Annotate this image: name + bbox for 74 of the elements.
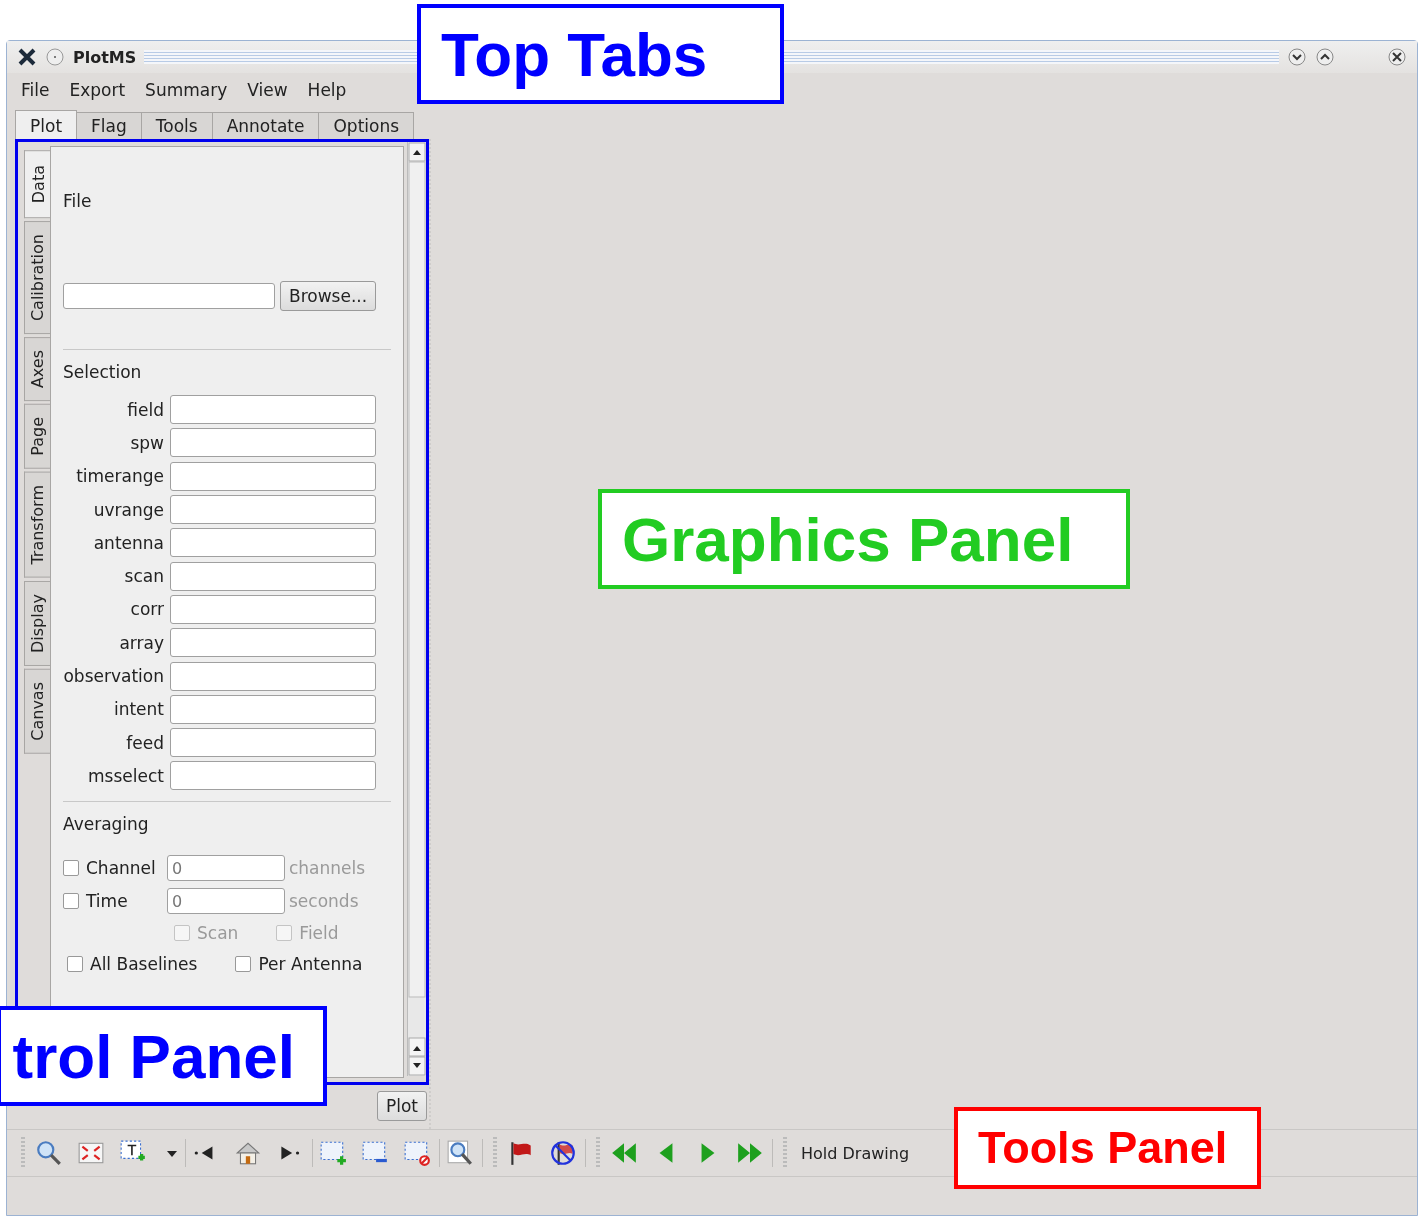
tab[interactable]: Plot xyxy=(15,110,78,139)
file-field[interactable] xyxy=(63,283,275,309)
field-label: field xyxy=(126,399,164,420)
callout-label: trol Panel xyxy=(0,1006,327,1106)
input-field[interactable] xyxy=(170,528,376,558)
menu-item[interactable]: View xyxy=(247,78,288,102)
minimize-icon[interactable] xyxy=(1287,47,1307,67)
menu-item[interactable]: File xyxy=(21,78,50,102)
input-field[interactable] xyxy=(170,761,376,791)
field-label: scan xyxy=(123,566,164,587)
input-field[interactable] xyxy=(170,661,376,691)
field-label: observation xyxy=(63,666,164,686)
field-label: antenna xyxy=(92,532,164,553)
tab[interactable]: Annotate xyxy=(211,112,320,139)
callout-label: Tools Panel xyxy=(954,1107,1261,1189)
pin-icon[interactable] xyxy=(45,47,65,67)
close-icon[interactable] xyxy=(1387,47,1407,67)
zoom-icon[interactable] xyxy=(35,1139,63,1167)
unit-label: seconds xyxy=(289,891,359,912)
side-tab[interactable]: Calibration xyxy=(24,221,50,335)
input-field[interactable] xyxy=(170,495,376,525)
window-title: PlotMS xyxy=(73,47,137,67)
checkbox-label: Time xyxy=(86,891,128,912)
maximize-icon[interactable] xyxy=(1315,47,1335,67)
callout-label: Graphics Panel xyxy=(598,489,1130,589)
side-tab[interactable]: Page xyxy=(24,404,50,470)
callout-label: Top Tabs xyxy=(417,4,784,104)
checkbox-label: Channel xyxy=(86,858,156,879)
input-field[interactable] xyxy=(170,728,376,758)
side-tab[interactable]: Canvas xyxy=(24,668,50,754)
section-heading: Selection xyxy=(63,362,143,382)
field-label: timerange xyxy=(75,466,164,487)
input-field[interactable] xyxy=(170,395,376,425)
side-tab[interactable]: Data xyxy=(24,150,50,219)
field-label: msselect xyxy=(87,765,164,786)
menu-item[interactable]: Export xyxy=(69,78,126,102)
side-tab[interactable]: Transform xyxy=(24,472,50,578)
unit-label: channels xyxy=(289,858,366,879)
field-label: intent xyxy=(112,699,164,720)
unflag-icon[interactable] xyxy=(549,1139,577,1167)
app-logo-icon xyxy=(17,47,37,67)
input-field[interactable] xyxy=(170,628,376,658)
checkbox-label: Per Antenna xyxy=(258,954,363,975)
tab[interactable]: Tools xyxy=(140,112,213,139)
select-add-icon[interactable] xyxy=(319,1139,347,1167)
tab[interactable]: Flag xyxy=(76,112,142,139)
checkbox[interactable] xyxy=(235,956,252,973)
select-clear-icon[interactable] xyxy=(403,1139,431,1167)
menu-item[interactable]: Help xyxy=(307,78,347,102)
field-label: corr xyxy=(129,599,164,620)
section-heading: Averaging xyxy=(63,813,150,834)
input-field[interactable] xyxy=(170,428,376,458)
checkbox[interactable] xyxy=(67,956,83,973)
field-label: uvrange xyxy=(92,499,164,520)
field-label: spw xyxy=(129,432,164,453)
checkbox-label: Scan xyxy=(197,922,239,943)
input-field[interactable] xyxy=(170,694,376,724)
tab[interactable]: Options xyxy=(318,112,415,139)
browse-button[interactable]: Browse... xyxy=(280,281,377,311)
input-field[interactable] xyxy=(170,461,376,491)
field-label: feed xyxy=(125,732,164,753)
scrollbar[interactable] xyxy=(407,142,426,1076)
input-field[interactable] xyxy=(170,594,376,624)
inspect-icon[interactable] xyxy=(446,1139,474,1167)
checkbox-label: Field xyxy=(299,922,339,943)
input-field[interactable] xyxy=(170,561,376,591)
side-tab[interactable]: Axes xyxy=(24,337,50,402)
file-label: File xyxy=(63,191,93,211)
plot-button[interactable]: Plot xyxy=(376,1091,427,1121)
menu-item[interactable]: Summary xyxy=(145,78,228,102)
field-label: array xyxy=(118,632,164,653)
hold-drawing-label[interactable]: Hold Drawing xyxy=(801,1143,910,1163)
side-tab[interactable]: Display xyxy=(24,580,50,666)
checkbox-label: All Baselines xyxy=(90,954,198,975)
